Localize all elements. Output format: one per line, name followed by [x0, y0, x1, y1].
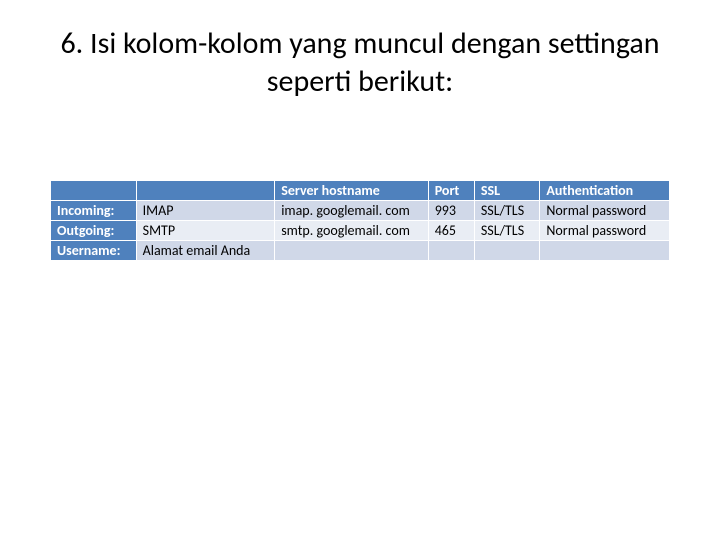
incoming-auth: Normal password: [540, 201, 670, 221]
username-empty-1: [275, 241, 429, 261]
settings-table: Server hostname Port SSL Authentication …: [50, 180, 670, 261]
table-header-row: Server hostname Port SSL Authentication: [51, 181, 670, 201]
row-incoming: Incoming: IMAP imap. googlemail. com 993…: [51, 201, 670, 221]
outgoing-ssl: SSL/TLS: [474, 221, 540, 241]
username-empty-3: [474, 241, 540, 261]
header-empty-1: [51, 181, 137, 201]
header-empty-2: [136, 181, 275, 201]
incoming-ssl: SSL/TLS: [474, 201, 540, 221]
label-outgoing: Outgoing:: [51, 221, 137, 241]
label-username: Username:: [51, 241, 137, 261]
row-outgoing: Outgoing: SMTP smtp. googlemail. com 465…: [51, 221, 670, 241]
row-username: Username: Alamat email Anda: [51, 241, 670, 261]
header-port: Port: [428, 181, 474, 201]
label-incoming: Incoming:: [51, 201, 137, 221]
slide-title: 6. Isi kolom-kolom yang muncul dengan se…: [50, 25, 670, 100]
incoming-hostname: imap. googlemail. com: [275, 201, 429, 221]
outgoing-hostname: smtp. googlemail. com: [275, 221, 429, 241]
outgoing-protocol: SMTP: [136, 221, 275, 241]
username-empty-4: [540, 241, 670, 261]
header-server-hostname: Server hostname: [275, 181, 429, 201]
username-value: Alamat email Anda: [136, 241, 275, 261]
username-empty-2: [428, 241, 474, 261]
slide: 6. Isi kolom-kolom yang muncul dengan se…: [0, 0, 720, 540]
outgoing-port: 465: [428, 221, 474, 241]
header-ssl: SSL: [474, 181, 540, 201]
outgoing-auth: Normal password: [540, 221, 670, 241]
header-auth: Authentication: [540, 181, 670, 201]
incoming-protocol: IMAP: [136, 201, 275, 221]
incoming-port: 993: [428, 201, 474, 221]
